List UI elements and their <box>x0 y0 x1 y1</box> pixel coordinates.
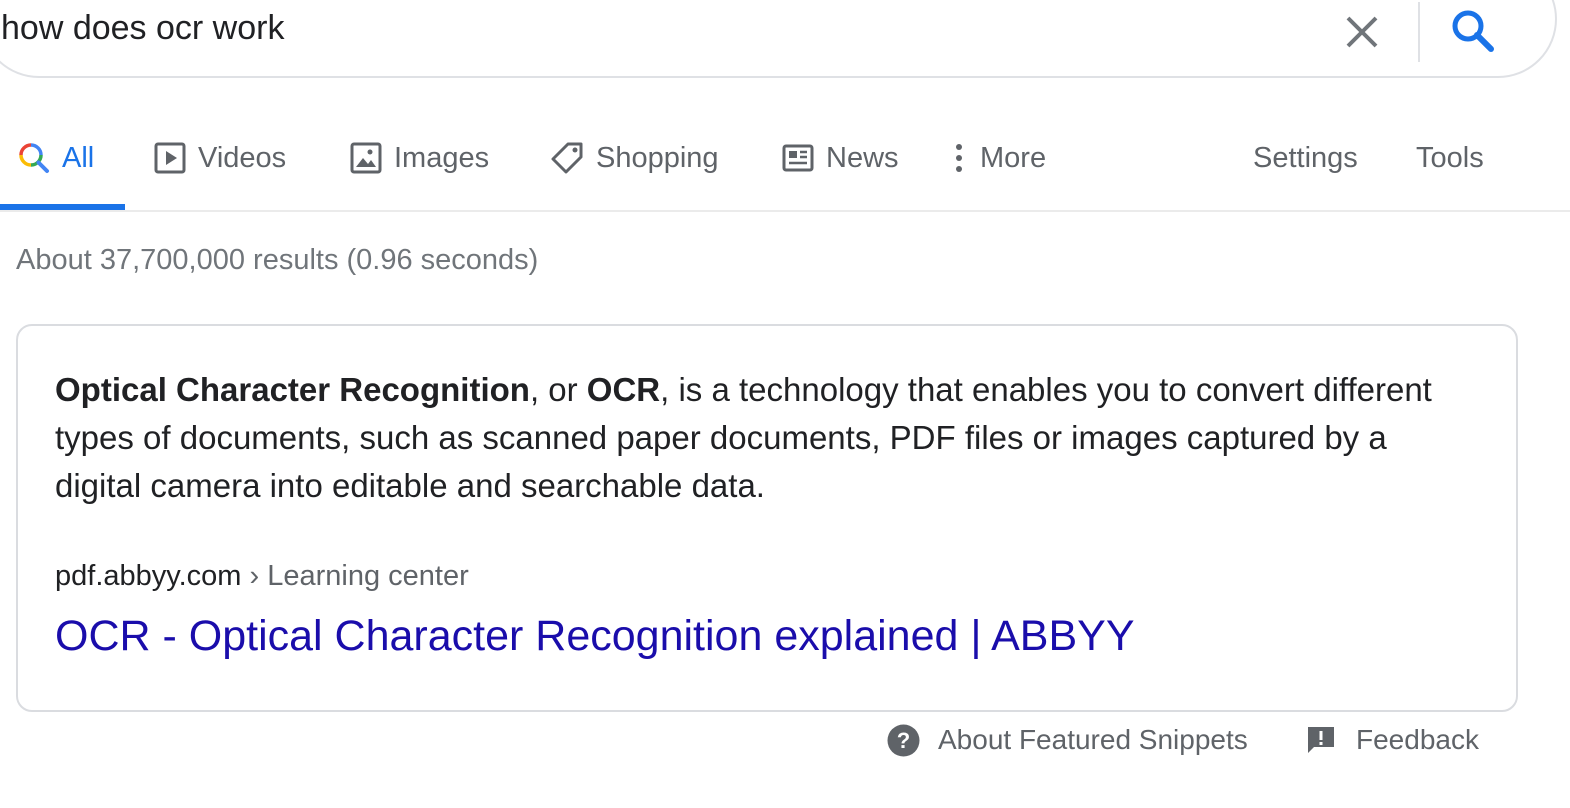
about-label: About Featured Snippets <box>938 724 1248 755</box>
tab-label: Videos <box>198 141 287 174</box>
snippet-bold-term: OCR <box>586 371 661 408</box>
active-tab-indicator <box>0 204 125 210</box>
tab-all[interactable]: All <box>18 138 94 178</box>
tab-shopping[interactable]: Shopping <box>550 138 719 178</box>
search-tabs: All Videos Images Shopping News More Set… <box>0 120 1570 212</box>
newspaper-icon <box>782 144 814 172</box>
tab-label: Shopping <box>596 141 719 174</box>
search-icon <box>1452 10 1494 52</box>
tab-label: News <box>826 141 899 174</box>
search-multicolor-icon <box>18 142 50 174</box>
image-icon <box>350 142 382 174</box>
tab-images[interactable]: Images <box>350 138 489 178</box>
feedback-icon <box>1306 725 1336 755</box>
play-icon <box>154 142 186 174</box>
tag-icon <box>550 141 584 175</box>
feedback-label: Feedback <box>1356 724 1479 755</box>
tab-label: Images <box>394 141 490 174</box>
result-cite: pdf.abbyy.com › Learning center <box>55 560 469 593</box>
tab-label: More <box>980 141 1047 174</box>
help-icon: ? <box>887 724 920 757</box>
result-title-link[interactable]: OCR - Optical Character Recognition expl… <box>55 612 1135 661</box>
tab-label: All <box>62 141 95 174</box>
cite-domain: pdf.abbyy.com <box>55 560 242 592</box>
tab-videos[interactable]: Videos <box>154 138 286 178</box>
vertical-dots-icon <box>954 143 964 173</box>
search-results-page: how does ocr work All Videos Images Shop… <box>0 0 1570 808</box>
tab-news[interactable]: News <box>782 138 899 178</box>
about-featured-snippets-link[interactable]: ? About Featured Snippets <box>887 720 1248 760</box>
tools-link[interactable]: Tools <box>1416 138 1484 178</box>
svg-text:?: ? <box>897 728 910 753</box>
clear-search-button[interactable] <box>1340 10 1384 54</box>
feedback-link[interactable]: Feedback <box>1306 720 1479 760</box>
result-stats: About 37,700,000 results (0.96 seconds) <box>16 244 539 276</box>
cite-breadcrumb: › Learning center <box>241 560 469 592</box>
search-input[interactable]: how does ocr work <box>1 6 284 50</box>
snippet-text-part: , or <box>529 371 587 408</box>
search-button[interactable] <box>1448 6 1498 56</box>
snippet-text: Optical Character Recognition, or OCR, i… <box>55 366 1475 510</box>
featured-snippet: Optical Character Recognition, or OCR, i… <box>16 324 1518 712</box>
close-icon <box>1346 16 1378 48</box>
search-box[interactable]: how does ocr work <box>0 0 1557 78</box>
search-divider <box>1418 2 1420 62</box>
settings-link[interactable]: Settings <box>1253 138 1358 178</box>
snippet-bold-term: Optical Character Recognition <box>55 371 530 408</box>
tab-more[interactable]: More <box>954 138 1046 178</box>
